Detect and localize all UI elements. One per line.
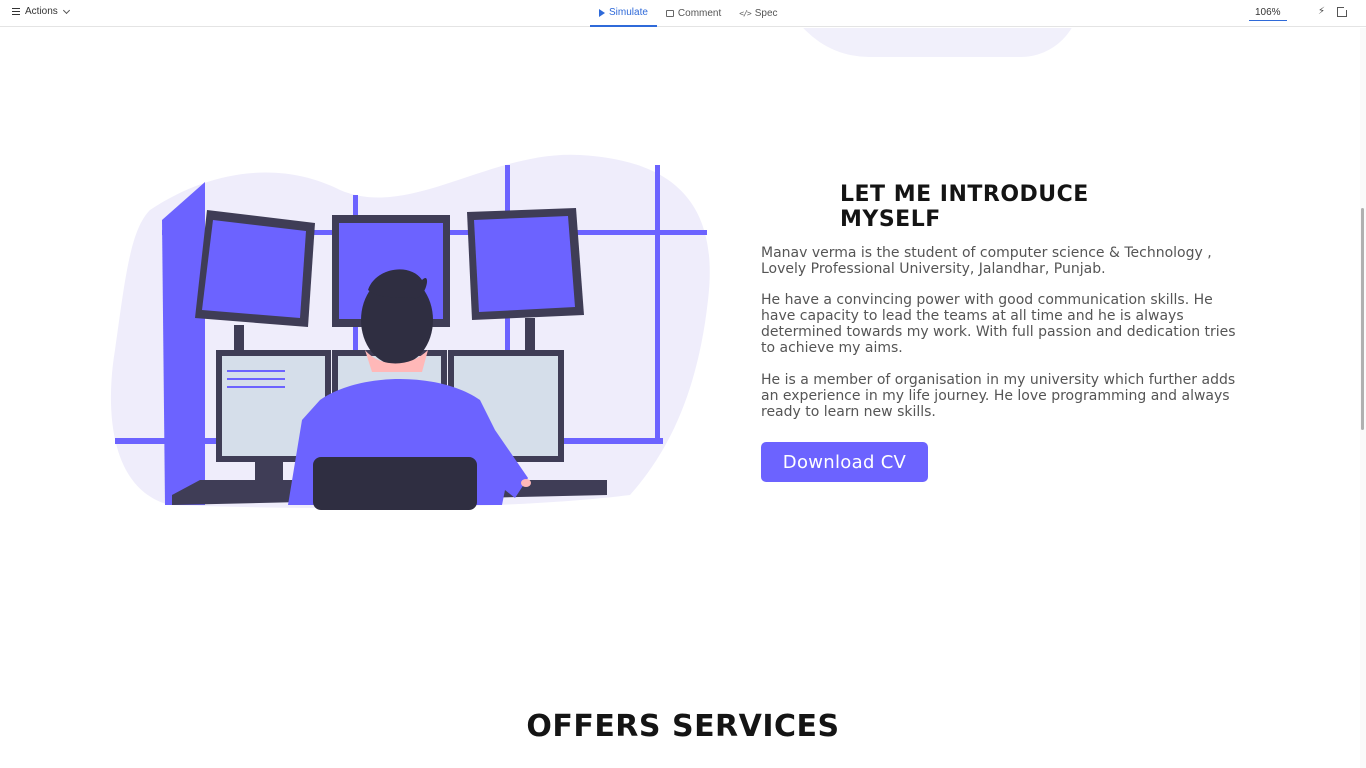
scrollbar-thumb[interactable] — [1361, 208, 1364, 430]
intro-paragraph: He have a convincing power with good com… — [761, 292, 1236, 356]
tab-spec[interactable]: </> Spec — [730, 0, 786, 27]
play-icon — [599, 8, 605, 17]
tab-comment-label: Comment — [677, 8, 722, 19]
monitor-screen — [474, 216, 575, 312]
monitor-base — [255, 462, 283, 480]
monitor-screen — [202, 220, 306, 318]
scrollbar[interactable] — [1360, 28, 1366, 768]
download-cv-button[interactable]: Download CV — [761, 442, 928, 482]
developer-illustration — [110, 154, 710, 510]
chevron-down-icon — [62, 6, 70, 14]
zoom-level-button[interactable]: 106% — [1249, 7, 1287, 21]
editor-toolbar: Actions Simulate Comment </> Spec 106% ⚡… — [0, 0, 1366, 27]
intro-paragraph: He is a member of organisation in my uni… — [761, 372, 1236, 420]
window-pillar — [162, 182, 205, 505]
person-hand — [521, 479, 531, 487]
screen-text-line — [227, 386, 285, 388]
actions-label: Actions — [25, 6, 58, 17]
monitor-stand — [525, 318, 535, 353]
tab-simulate[interactable]: Simulate — [590, 0, 657, 27]
intro-paragraph: Manav verma is the student of computer s… — [761, 245, 1212, 277]
window-post — [655, 165, 660, 440]
mode-tabs: Simulate Comment </> Spec — [590, 0, 787, 27]
screen-text-line — [227, 378, 285, 380]
tab-spec-label: Spec — [754, 8, 778, 19]
tab-comment[interactable]: Comment — [657, 0, 730, 27]
code-icon: </> — [739, 9, 751, 18]
decorative-blob — [780, 28, 1080, 57]
tab-simulate-label: Simulate — [609, 7, 648, 18]
intro-heading: LET ME INTRODUCE MYSELF — [840, 182, 1089, 232]
fullscreen-icon[interactable] — [1337, 6, 1348, 17]
actions-menu-button[interactable]: Actions — [12, 6, 70, 17]
hamburger-icon — [12, 8, 20, 16]
services-heading: OFFERS SERVICES — [526, 709, 840, 744]
lightning-icon[interactable]: ⚡︎ — [1318, 6, 1325, 17]
screen-text-line — [227, 370, 285, 372]
office-chair — [313, 457, 477, 510]
comment-icon — [665, 10, 674, 17]
